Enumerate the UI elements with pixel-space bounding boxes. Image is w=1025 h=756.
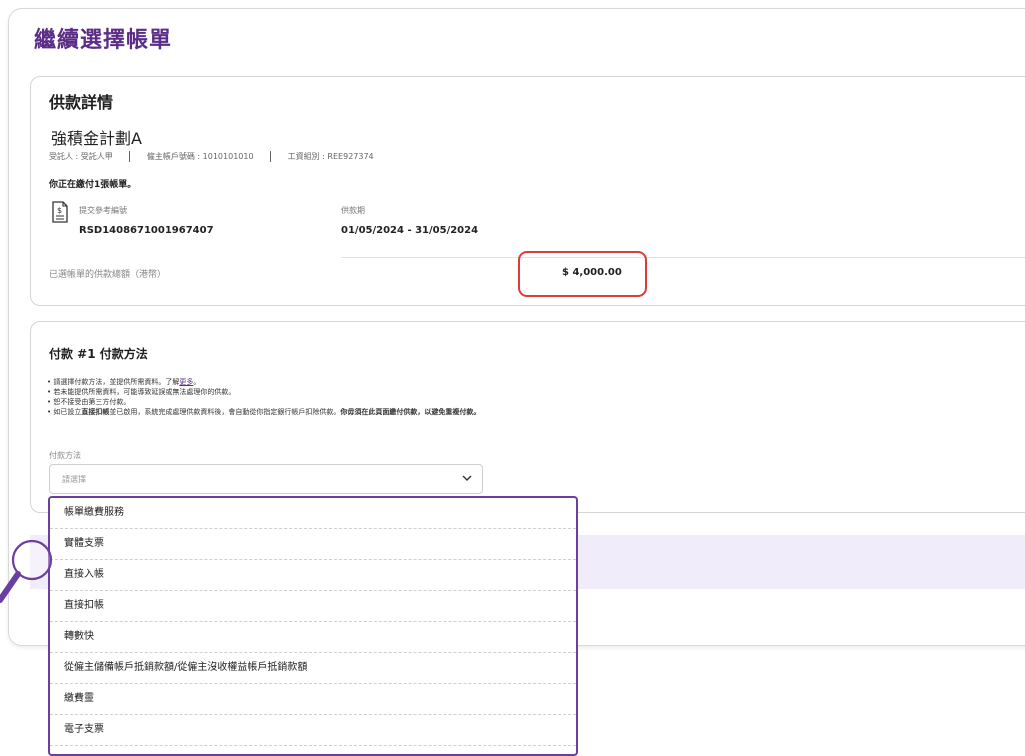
option-e-cheque[interactable]: 電子支票 [50, 715, 576, 746]
payment-method-section: 付款 #1 付款方法 請選擇付款方法，並提供所需資料。了解更多。 若未能提供所需… [30, 321, 1025, 513]
select-placeholder: 請選擇 [62, 475, 86, 484]
payment-method-select[interactable]: 請選擇 [49, 464, 483, 494]
option-offset-account[interactable]: 從僱主儲備帳戶抵銷款額/從僱主沒收權益帳戶抵銷款額 [50, 653, 576, 684]
instruction-item: 恕不接受由第三方付款。 [47, 397, 480, 407]
instruction-bold: 你毋須在此頁面繳付供款，以避免重複付款。 [340, 408, 481, 416]
option-pps[interactable]: 繳費靈 [50, 684, 576, 715]
ref-value: RSD1408671001967407 [79, 225, 214, 236]
chevron-down-icon [462, 475, 472, 481]
page-title: 繼續選擇帳單 [34, 28, 173, 53]
instruction-bold: 直接扣帳 [81, 408, 110, 416]
period-value: 01/05/2024 - 31/05/2024 [341, 225, 479, 236]
total-highlight-box [518, 251, 647, 297]
ref-label: 提交參考編號 [79, 206, 127, 215]
section-title-details: 供款詳情 [49, 93, 114, 112]
document-dollar-icon: $ [52, 201, 68, 223]
meta-row: 受託人 : 受託人甲 僱主帳戶號碼 : 1010101010 工資組別 : RE… [49, 151, 374, 162]
bill-count-notice: 你正在繳付1張帳單。 [49, 180, 137, 190]
payroll-group-text: 工資組別 : REE927374 [287, 152, 374, 161]
payment-method-label: 付款方法 [49, 451, 81, 460]
instruction-item: 如已設立直接扣帳並已啟用，系統完成處理供款資料後，會自動從你指定銀行帳戶扣除供款… [47, 407, 480, 417]
period-label: 供款期 [341, 206, 365, 215]
plan-name: 強積金計劃A [51, 129, 142, 148]
magnifier-icon [0, 540, 53, 603]
svg-text:$: $ [57, 206, 62, 215]
instruction-text: 並已啟用，系統完成處理供款資料後，會自動從你指定銀行帳戶扣除供款。 [109, 408, 341, 416]
section-title-payment: 付款 #1 付款方法 [49, 347, 148, 361]
instructions-list: 請選擇付款方法，並提供所需資料。了解更多。 若未能提供所需資料，可能導致延誤或無… [47, 377, 480, 417]
learn-more-link[interactable]: 更多 [179, 378, 193, 386]
meta-separator [270, 151, 272, 162]
meta-separator [129, 151, 131, 162]
option-direct-credit[interactable]: 直接入帳 [50, 560, 576, 591]
instruction-item: 若未能提供所需資料，可能導致延誤或無法處理你的供款。 [47, 387, 480, 397]
employer-account-text: 僱主帳戶號碼 : 1010101010 [146, 152, 254, 161]
trustee-text: 受託人 : 受託人甲 [49, 152, 113, 161]
contribution-details-section: 供款詳情 強積金計劃A 受託人 : 受託人甲 僱主帳戶號碼 : 10101010… [30, 76, 1025, 306]
instruction-text: 請選擇付款方法，並提供所需資料。了解 [53, 378, 180, 386]
instruction-text: 如已設立 [53, 408, 82, 416]
option-physical-cheque[interactable]: 實體支票 [50, 529, 576, 560]
instruction-text: 。 [193, 378, 201, 386]
total-label: 已選帳單的供款總額（港幣） [49, 270, 167, 280]
instruction-item: 請選擇付款方法，並提供所需資料。了解更多。 [47, 377, 480, 387]
divider [341, 257, 1025, 258]
option-fps[interactable]: 轉數快 [50, 622, 576, 653]
payment-method-dropdown: 帳單繳費服務 實體支票 直接入帳 直接扣帳 轉數快 從僱主儲備帳戶抵銷款額/從僱… [48, 496, 578, 756]
option-direct-debit[interactable]: 直接扣帳 [50, 591, 576, 622]
option-bill-payment[interactable]: 帳單繳費服務 [50, 498, 576, 529]
